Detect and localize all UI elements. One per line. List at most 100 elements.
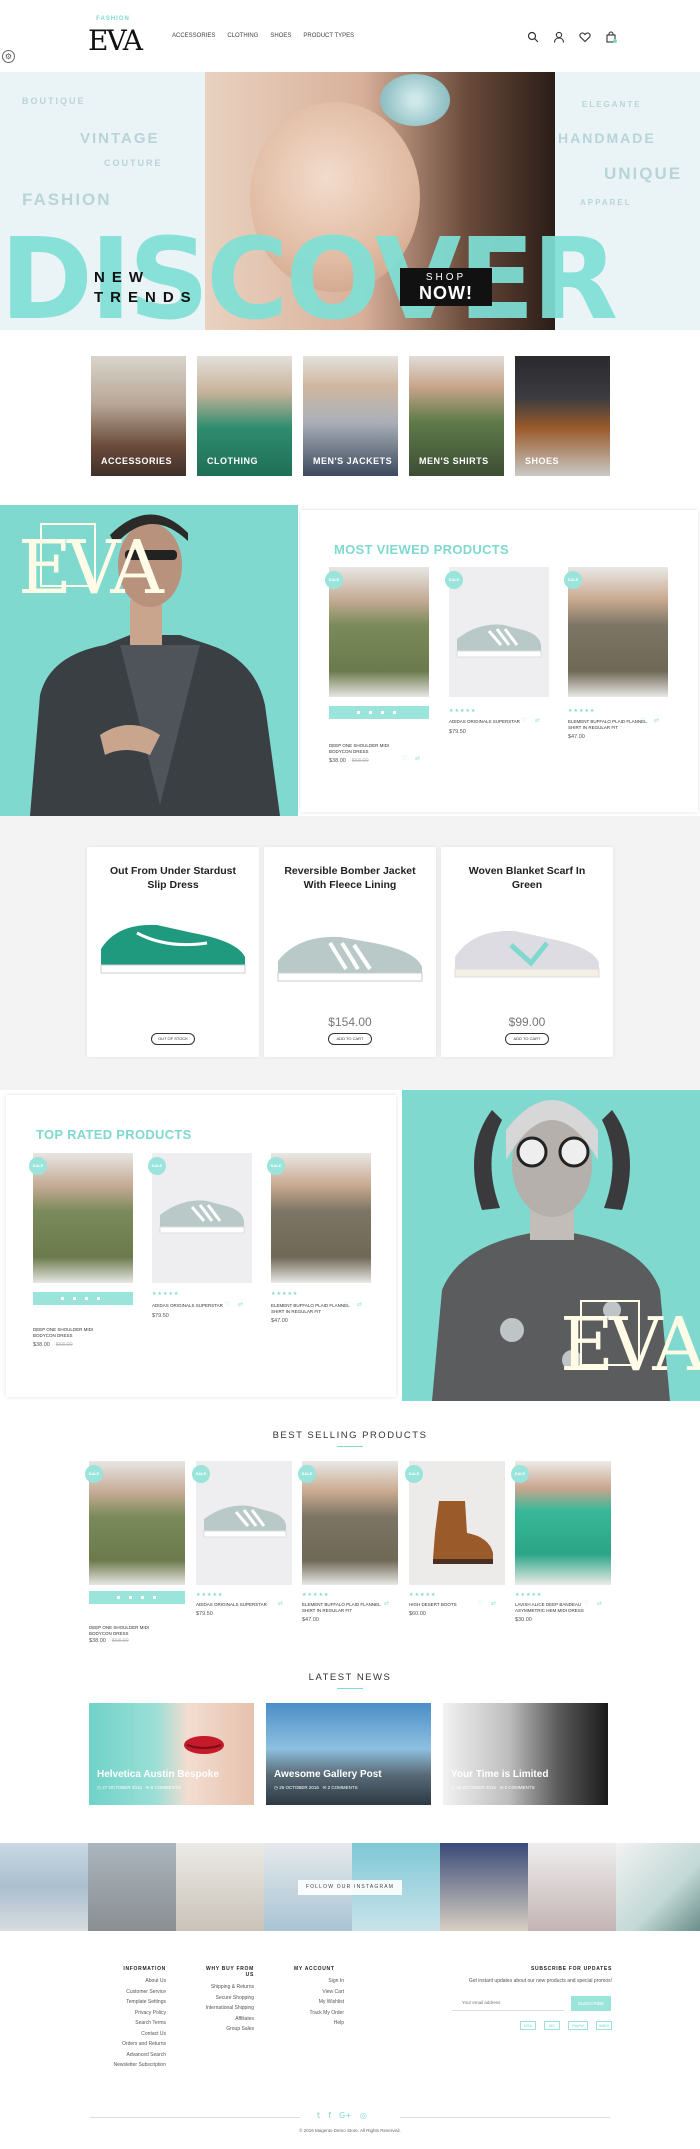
footer-link[interactable]: Group Sales (196, 2024, 254, 2035)
product-image[interactable] (302, 1461, 398, 1585)
product-card[interactable]: SALE DEEP ONE SHOULDER MIDI BODYCON DRES… (85, 1461, 185, 1661)
featured-title[interactable]: Reversible Bomber Jacket With Fleece Lin… (278, 864, 422, 892)
nav-clothing[interactable]: CLOTHING (227, 33, 258, 39)
cart-icon[interactable] (605, 30, 617, 43)
product-actions[interactable]: ♡ ⇄ (584, 1600, 605, 1607)
add-to-cart-bar[interactable] (33, 1292, 133, 1305)
instagram-photo[interactable] (440, 1843, 528, 1931)
news-title[interactable]: Your Time is Limited (451, 1769, 548, 1780)
instagram-photo[interactable] (0, 1843, 88, 1931)
product-image[interactable] (515, 1461, 611, 1585)
user-icon[interactable] (553, 30, 565, 43)
product-image[interactable] (89, 1461, 185, 1585)
footer-link[interactable]: Contact Us (108, 2029, 166, 2040)
email-input[interactable] (452, 1995, 564, 2011)
hero-banner[interactable]: BOUTIQUE VINTAGE COUTURE FASHION ELEGANT… (0, 72, 700, 330)
product-image[interactable] (33, 1153, 133, 1283)
product-card[interactable]: SALE ★★★★★ ADIDAS ORIGINALS SUPERSTAR $7… (148, 1153, 252, 1333)
instagram-icon[interactable]: ◎ (360, 2111, 367, 2120)
category-tile-mens-jackets[interactable]: MEN'S JACKETS (303, 356, 398, 476)
footer-link[interactable]: International Shipping (196, 2003, 254, 2014)
category-tile-mens-shirts[interactable]: MEN'S SHIRTS (409, 356, 504, 476)
footer-link[interactable]: Advanced Search (108, 2050, 166, 2061)
product-name[interactable]: DEEP ONE SHOULDER MIDI BODYCON DRESS (329, 743, 413, 755)
product-image[interactable] (409, 1461, 505, 1585)
footer-link[interactable]: My Wishlist (294, 1997, 344, 2008)
settings-icon[interactable]: ⚙ (2, 50, 15, 63)
product-actions[interactable]: ♡ ⇄ (641, 717, 662, 724)
subscribe-button[interactable]: SUBSCRIBE (571, 1996, 611, 2011)
instagram-strip[interactable]: FOLLOW OUR INSTAGRAM (0, 1843, 700, 1931)
news-card[interactable]: Your Time is Limited ◷ 26 OCTOBER 2016 ✉… (443, 1703, 608, 1805)
news-title[interactable]: Helvetica Austin Bespoke (97, 1769, 219, 1780)
product-card[interactable]: SALE ★★★★★ ELEMENT BUFFALO PLAID FLANNEL… (298, 1461, 398, 1631)
promo-banner-women[interactable]: EVA (402, 1090, 700, 1401)
news-card[interactable]: Helvetica Austin Bespoke ◷ 27 OCTOBER 20… (89, 1703, 254, 1805)
product-name[interactable]: ADIDAS ORIGINALS SUPERSTAR (152, 1303, 236, 1309)
add-to-cart-button[interactable]: ADD TO CART (505, 1033, 549, 1045)
featured-product[interactable]: Woven Blanket Scarf In Green $99.00 ADD … (441, 847, 613, 1057)
footer-link[interactable]: Customer Service (108, 1987, 166, 1998)
product-actions[interactable]: ♡ ⇄ (478, 1600, 499, 1607)
product-actions[interactable]: ♡ ⇄ (522, 717, 543, 724)
product-actions[interactable]: ♡ ⇄ (265, 1600, 286, 1607)
footer-link[interactable]: Privacy Policy (108, 2008, 166, 2019)
nav-product-types[interactable]: PRODUCT TYPES (303, 33, 354, 39)
footer-link[interactable]: Shipping & Returns (196, 1982, 254, 1993)
featured-product[interactable]: Out From Under Stardust Slip Dress OUT O… (87, 847, 259, 1057)
promo-banner-men[interactable]: EVA (0, 505, 298, 816)
product-name[interactable]: ADIDAS ORIGINALS SUPERSTAR (449, 719, 533, 725)
footer-link[interactable]: Secure Shopping (196, 1993, 254, 2004)
product-card[interactable]: SALE DEEP ONE SHOULDER MIDI BODYCON DRES… (325, 567, 429, 767)
featured-title[interactable]: Woven Blanket Scarf In Green (459, 864, 595, 892)
instagram-photo[interactable] (528, 1843, 616, 1931)
add-to-cart-bar[interactable] (329, 706, 429, 719)
instagram-photo[interactable] (616, 1843, 700, 1931)
footer-link[interactable]: View Cart (294, 1987, 344, 1998)
shop-now-button[interactable]: SHOP NOW! (400, 268, 492, 306)
add-to-cart-button[interactable]: ADD TO CART (328, 1033, 372, 1045)
footer-link[interactable]: Affiliates (196, 2014, 254, 2025)
news-title[interactable]: Awesome Gallery Post (274, 1769, 382, 1780)
twitter-icon[interactable]: t (317, 2111, 320, 2120)
product-card[interactable]: SALE ★★★★★ HIGH DESERT BOOTS $60.00 ♡ ⇄ (405, 1461, 505, 1631)
footer-link[interactable]: Sign In (294, 1976, 344, 1987)
product-name[interactable]: DEEP ONE SHOULDER MIDI BODYCON DRESS (33, 1327, 117, 1339)
footer-link[interactable]: Search Terms (108, 2018, 166, 2029)
product-name[interactable]: DEEP ONE SHOULDER MIDI BODYCON DRESS (89, 1625, 173, 1637)
category-tile-clothing[interactable]: CLOTHING (197, 356, 292, 476)
product-card[interactable]: SALE ★★★★★ ELEMENT BUFFALO PLAID FLANNEL… (564, 567, 668, 747)
product-card[interactable]: SALE ★★★★★ ADIDAS ORIGINALS SUPERSTAR $7… (445, 567, 549, 747)
facebook-icon[interactable]: f (328, 2111, 331, 2120)
footer-link[interactable]: Track My Order (294, 2008, 344, 2019)
instagram-photo[interactable] (88, 1843, 176, 1931)
product-image[interactable] (271, 1153, 371, 1283)
category-tile-accessories[interactable]: ACCESSORIES (91, 356, 186, 476)
product-actions[interactable]: ♡ ⇄ (225, 1301, 246, 1308)
product-card[interactable]: SALE ★★★★★ ELEMENT BUFFALO PLAID FLANNEL… (267, 1153, 371, 1333)
product-image[interactable] (152, 1153, 252, 1283)
product-image[interactable] (449, 567, 549, 697)
product-actions[interactable]: ♡ ⇄ (344, 1301, 365, 1308)
nav-shoes[interactable]: SHOES (270, 33, 291, 39)
product-card[interactable]: SALE ★★★★★ LAVISH ALICE DEEP BANDEAU ASY… (511, 1461, 611, 1631)
news-card[interactable]: Awesome Gallery Post ◷ 26 OCTOBER 2016 ✉… (266, 1703, 431, 1805)
product-actions[interactable]: ♡ ⇄ (371, 1600, 392, 1607)
footer-link[interactable]: Newsletter Subscription (108, 2060, 166, 2071)
product-name[interactable]: ELEMENT BUFFALO PLAID FLANNEL SHIRT IN R… (271, 1303, 355, 1315)
search-icon[interactable] (527, 30, 539, 43)
product-image[interactable] (196, 1461, 292, 1585)
footer-link[interactable]: Template Settings (108, 1997, 166, 2008)
add-to-cart-bar[interactable] (89, 1591, 185, 1604)
nav-accessories[interactable]: ACCESSORIES (172, 33, 215, 39)
google-plus-icon[interactable]: G+ (339, 2111, 352, 2120)
product-image[interactable] (568, 567, 668, 697)
featured-product[interactable]: Reversible Bomber Jacket With Fleece Lin… (264, 847, 436, 1057)
product-image[interactable] (329, 567, 429, 697)
product-actions[interactable]: ♡ ⇄ (402, 755, 423, 762)
product-card[interactable]: SALE ★★★★★ ADIDAS ORIGINALS SUPERSTAR $7… (192, 1461, 292, 1631)
footer-link[interactable]: Orders and Returns (108, 2039, 166, 2050)
logo[interactable]: FASHION EVA (88, 16, 143, 57)
wishlist-icon[interactable] (579, 30, 591, 43)
follow-instagram-button[interactable]: FOLLOW OUR INSTAGRAM (298, 1880, 402, 1895)
